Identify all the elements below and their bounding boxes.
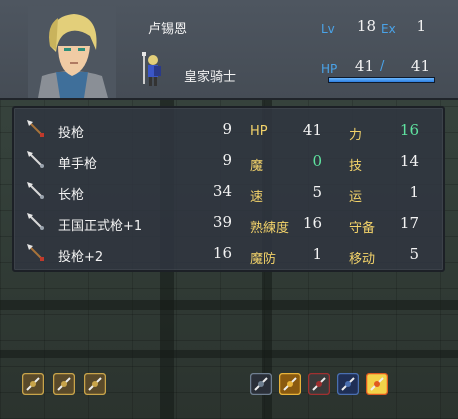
stat-label: 魔 — [250, 159, 264, 174]
lance-icon — [27, 213, 44, 230]
stat-魔: 魔0 — [250, 149, 322, 177]
stat-value: 0 — [312, 152, 322, 170]
javelin-icon — [27, 244, 44, 261]
weapon-uses: 39 — [212, 213, 232, 231]
hp-label: HP — [321, 62, 338, 76]
class-sprite-icon — [142, 52, 161, 86]
level-label: Lv — [321, 22, 335, 36]
sun-emblem-icon[interactable] — [279, 373, 301, 395]
stat-label: HP — [250, 124, 268, 139]
swap-skill-icon[interactable] — [84, 373, 106, 395]
stat-熟練度: 熟練度 16 — [250, 211, 322, 239]
stat-魔防: 魔防 1 — [250, 242, 322, 270]
weapon-uses: 9 — [222, 151, 232, 169]
stat-value: 16 — [302, 214, 322, 232]
stat-力: 力 16 — [349, 118, 419, 146]
stat-value: 5 — [409, 245, 419, 263]
level-value: 18 — [356, 17, 376, 35]
stat-value: 1 — [409, 183, 419, 201]
unit-portrait — [28, 6, 116, 98]
stat-label: 运 — [349, 190, 363, 205]
stat-value: 16 — [399, 121, 419, 139]
hp-bar-fill — [329, 78, 434, 82]
stat-label: 技 — [349, 159, 363, 174]
javelin-icon — [27, 120, 44, 137]
hp-bar — [328, 77, 435, 83]
weapon-uses: 34 — [212, 182, 232, 200]
burst-icon[interactable] — [366, 373, 388, 395]
exp-value: 1 — [416, 17, 426, 35]
unit-name: 卢锡恩 — [148, 22, 188, 37]
stat-label: 速 — [250, 190, 264, 205]
stat-value: 41 — [302, 121, 322, 139]
inventory-item[interactable]: 单手枪 9 — [22, 147, 232, 175]
inventory-item[interactable]: 投枪 9 — [22, 116, 232, 144]
stat-守备: 守备 17 — [349, 211, 419, 239]
stat-移动: 移动 5 — [349, 242, 419, 270]
stat-速: 速5 — [250, 180, 322, 208]
inventory-item[interactable]: 王国正式枪+1 39 — [22, 209, 232, 237]
stat-value: 17 — [399, 214, 419, 232]
lance-icon — [27, 151, 44, 168]
weapon-name: 投枪+2 — [58, 250, 104, 265]
lance-skill-icon[interactable] — [53, 373, 75, 395]
weapon-uses: 16 — [212, 244, 232, 262]
sword-skill-icon[interactable] — [22, 373, 44, 395]
stat-label: 移动 — [349, 252, 376, 267]
shield-icon[interactable] — [337, 373, 359, 395]
stat-技: 技 14 — [349, 149, 419, 177]
inventory-item[interactable]: 长枪 34 — [22, 178, 232, 206]
weapon-name: 王国正式枪+1 — [58, 219, 143, 234]
inventory-item[interactable]: 投枪+2 16 — [22, 240, 232, 268]
stat-HP: HP 41 — [250, 118, 322, 146]
exp-label: Ex — [381, 22, 396, 36]
weapon-name: 投枪 — [58, 126, 85, 141]
weapon-name: 长枪 — [58, 188, 85, 203]
stat-label: 力 — [349, 128, 363, 143]
stat-运: 运1 — [349, 180, 419, 208]
stat-label: 熟練度 — [250, 221, 290, 236]
weapon-uses: 9 — [222, 120, 232, 138]
class-name: 皇家骑士 — [184, 70, 237, 85]
stat-value: 14 — [399, 152, 419, 170]
hp-current: 41 — [354, 57, 374, 75]
lance-icon — [27, 182, 44, 199]
stat-value: 5 — [312, 183, 322, 201]
hp-separator: / — [380, 59, 385, 74]
hp-max: 41 — [410, 57, 430, 75]
unit-header: 卢锡恩 皇家骑士 Lv 18 Ex 1 HP 41 / 41 — [0, 0, 458, 100]
stat-label: 魔防 — [250, 252, 277, 267]
armor-skill-icon[interactable] — [250, 373, 272, 395]
stat-value: 1 — [312, 245, 322, 263]
crossed-swords-icon[interactable] — [308, 373, 330, 395]
unit-info-panel: 投枪 9 单手枪 9 长枪 34 王国正式枪+1 39 投枪+2 16 HP 41 魔 0 速 5 熟練度 16… — [12, 106, 445, 272]
stat-label: 守备 — [349, 221, 376, 236]
weapon-name: 单手枪 — [58, 157, 98, 172]
